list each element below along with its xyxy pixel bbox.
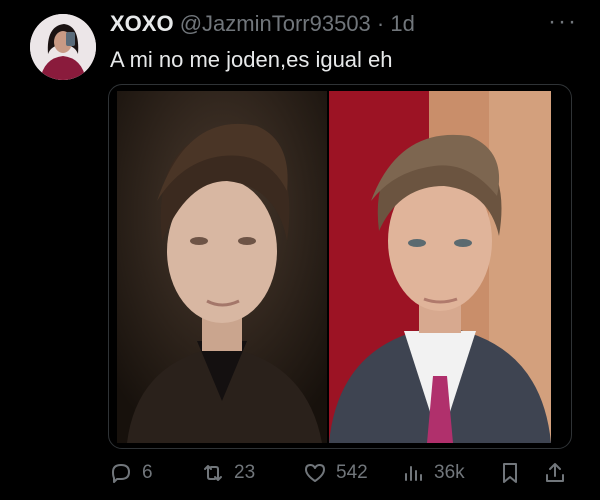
views-count: 36k — [434, 462, 465, 483]
repost-icon — [204, 465, 222, 481]
views-button[interactable]: 36k — [400, 455, 465, 491]
bookmark-button[interactable] — [497, 455, 523, 491]
reply-count: 6 — [142, 462, 153, 483]
tweet-text: A mi no me joden,es igual eh — [110, 47, 393, 72]
heart-icon — [305, 464, 325, 482]
left-portrait-photo[interactable] — [117, 91, 327, 443]
repost-count: 23 — [234, 462, 256, 483]
like-button[interactable]: 542 — [302, 455, 368, 491]
avatar-image — [30, 14, 96, 80]
analytics-icon — [405, 466, 422, 481]
bookmark-icon — [503, 463, 517, 483]
display-name[interactable]: XOXO — [110, 11, 174, 36]
reply-icon — [112, 464, 130, 483]
separator-dot: · — [376, 11, 385, 36]
action-bar: 6 23 542 36k — [0, 455, 600, 491]
timestamp[interactable]: 1d — [390, 11, 414, 36]
reply-button[interactable]: 6 — [108, 455, 153, 491]
share-icon — [546, 463, 564, 482]
like-count: 542 — [336, 462, 368, 483]
repost-button[interactable]: 23 — [200, 455, 255, 491]
user-handle[interactable]: @JazminTorr93503 — [180, 11, 371, 36]
avatar[interactable] — [30, 14, 96, 80]
more-options-icon[interactable]: ··· — [548, 10, 578, 34]
share-button[interactable] — [542, 455, 568, 491]
tweet-header: XOXO @JazminTorr93503 · 1d — [110, 10, 415, 38]
right-portrait-photo[interactable] — [329, 91, 551, 443]
media-container[interactable] — [108, 84, 572, 449]
